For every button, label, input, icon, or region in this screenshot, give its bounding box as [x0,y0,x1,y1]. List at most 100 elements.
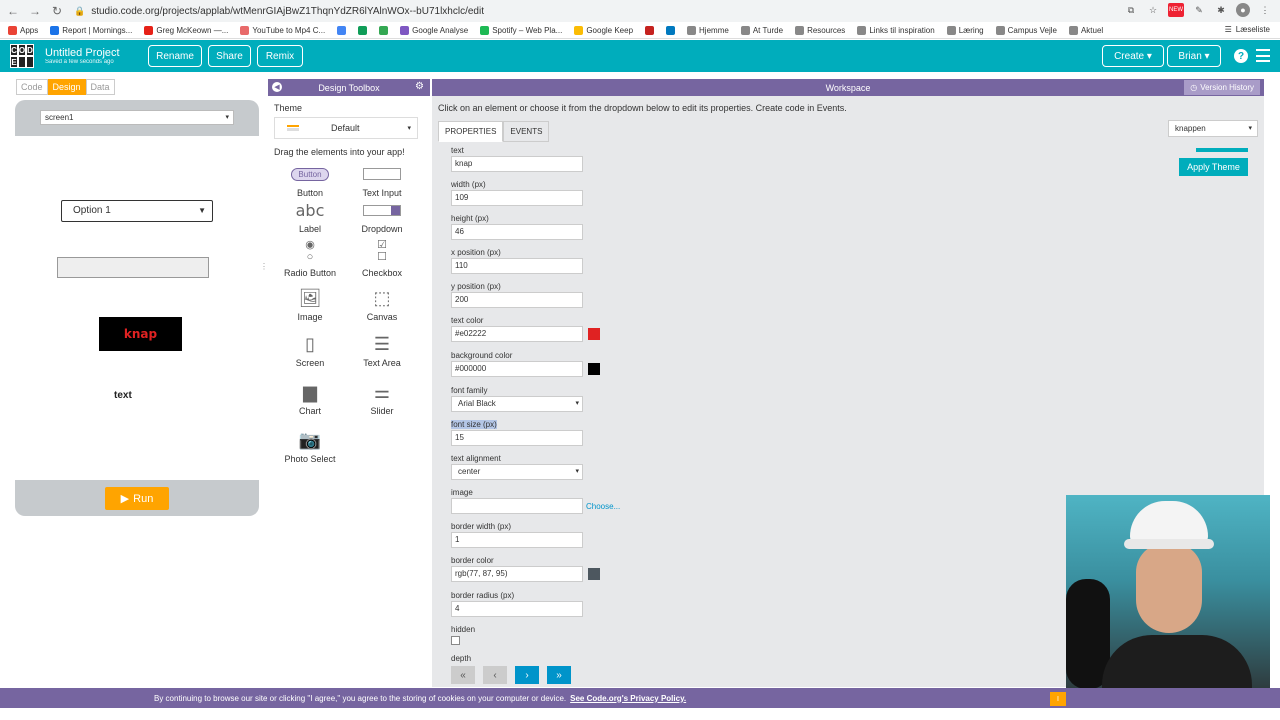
bookmark-item[interactable] [358,25,368,35]
widget-slider[interactable]: ⚌ Slider [352,381,412,417]
send-backward-button[interactable]: ‹ [483,666,507,684]
bookmark-item[interactable]: Links til inspiration [857,25,935,35]
new-badge-icon[interactable]: NEW [1168,3,1184,17]
extension-icon[interactable]: ✎ [1192,3,1206,17]
border-radius-prop-input[interactable]: 4 [451,601,583,617]
puzzle-icon[interactable]: ✱ [1214,3,1228,17]
theme-label: Theme [274,103,303,113]
theme-select[interactable]: Default ▾ [274,117,418,139]
bookmark-item[interactable]: Campus Vejle [995,25,1057,35]
more-icon[interactable]: ⋮ [1258,3,1272,17]
text-area-icon: ☰ [373,333,391,354]
address-bar[interactable]: 🔒 studio.code.org/projects/applab/wtMenr… [74,6,484,17]
widget-button[interactable]: Button Button [280,163,340,198]
height-prop-input[interactable]: 46 [451,224,583,240]
bookmark-item[interactable] [645,25,655,35]
bookmark-item[interactable]: Report | Mornings... [50,25,132,35]
screen-select[interactable]: screen1 ▾ [40,110,234,125]
version-history-button[interactable]: ◷ Version History [1184,80,1260,95]
bookmark-item[interactable]: Google Analyse [400,25,468,35]
widget-text-input[interactable]: Text Input [352,163,412,198]
create-button[interactable]: Create ▾ [1102,45,1164,67]
gear-icon[interactable]: ⚙ [415,81,424,92]
y-position-prop-input[interactable]: 200 [451,292,583,308]
text-color-swatch[interactable] [588,328,600,340]
reading-list[interactable]: ☰ Læseliste [1225,25,1270,34]
widget-text-area[interactable]: ☰ Text Area [352,333,412,369]
app-dropdown[interactable]: Option 1 ▼ [61,200,213,222]
user-menu-button[interactable]: Brian ▾ [1167,45,1221,67]
bookmark-item[interactable]: At Turde [740,25,783,35]
help-icon[interactable]: ? [1234,49,1248,63]
mode-design[interactable]: Design [47,79,86,95]
widget-screen[interactable]: ▯ Screen [280,333,340,369]
width-prop-input[interactable]: 109 [451,190,583,206]
project-name[interactable]: Untitled Project [45,47,120,59]
bookmark-item[interactable]: Greg McKeown —... [144,25,228,35]
app-label[interactable]: text [114,390,132,401]
border-width-prop-input[interactable]: 1 [451,532,583,548]
widget-photo-select[interactable]: 📷 Photo Select [280,429,340,465]
send-to-back-button[interactable]: « [451,666,475,684]
text-prop-input[interactable]: knap [451,156,583,172]
reload-icon[interactable]: ↻ [48,2,66,20]
bookmark-item[interactable]: Spotify – Web Pla... [480,25,562,35]
bookmark-item[interactable]: Hjemme [687,25,729,35]
widget-radio-button[interactable]: ◉ ○ Radio Button [280,237,340,278]
app-text-input[interactable] [57,257,209,278]
star-icon[interactable]: ☆ [1146,3,1160,17]
widget-label-element[interactable]: abc Label [280,199,340,235]
forward-icon[interactable]: → [26,2,44,20]
bookmark-item[interactable]: Læring [946,25,984,35]
background-color-prop-input[interactable]: #000000 [451,361,583,377]
tab-events[interactable]: EVENTS [503,121,550,142]
i-agree-button[interactable]: I [1050,692,1066,706]
widget-image[interactable]: 🖼 Image [280,287,340,323]
back-icon[interactable]: ← [4,2,22,20]
widget-checkbox[interactable]: ☑ ☐ Checkbox [352,237,412,278]
widget-canvas[interactable]: ⬚ Canvas [352,287,412,323]
bookmark-item[interactable]: Google Keep [574,25,633,35]
remix-button[interactable]: Remix [257,45,303,67]
codeorg-header: CODE Untitled Project Saved a few second… [0,40,1280,72]
widget-chart[interactable]: ▆ Chart [280,381,340,417]
font-size-prop-input[interactable]: 15 [451,430,583,446]
bookmark-item[interactable]: YouTube to Mp4 C... [240,25,325,35]
bring-forward-button[interactable]: › [515,666,539,684]
x-position-prop-input[interactable]: 110 [451,258,583,274]
bookmark-item[interactable]: Apps [8,25,38,35]
border-color-prop-input[interactable]: rgb(77, 87, 95) [451,566,583,582]
codeorg-logo[interactable]: CODE [10,44,34,68]
image-prop-input[interactable] [451,498,583,514]
element-select[interactable]: knappen ▾ [1168,120,1258,137]
presenter-face [1136,543,1202,633]
app-button-knap[interactable]: knap [99,317,182,351]
collapse-arrow-icon[interactable]: ◀ [272,82,282,92]
profile-avatar[interactable]: ● [1236,3,1250,17]
mode-data[interactable]: Data [85,79,115,95]
translate-icon[interactable]: ⧉ [1124,3,1138,17]
choose-image-link[interactable]: Choose... [586,502,620,511]
text-color-prop-input[interactable]: #e02222 [451,326,583,342]
font-family-select[interactable]: Arial Black ▾ [451,396,583,412]
hamburger-menu-icon[interactable] [1256,49,1270,62]
privacy-policy-link[interactable]: See Code.org's Privacy Policy. [570,694,686,703]
mode-code[interactable]: Code [16,79,48,95]
apply-theme-button[interactable]: Apply Theme [1179,158,1248,176]
bookmark-item[interactable] [337,25,347,35]
tab-properties[interactable]: PROPERTIES [438,121,504,142]
share-button[interactable]: Share [208,45,251,67]
bring-to-front-button[interactable]: » [547,666,571,684]
border-color-swatch[interactable] [588,568,600,580]
bookmark-item[interactable] [666,25,676,35]
widget-dropdown[interactable]: Dropdown [352,199,412,234]
run-button[interactable]: ▶ Run [105,487,169,510]
text-alignment-select[interactable]: center ▾ [451,464,583,480]
bookmark-item[interactable]: Resources [795,25,845,35]
hidden-checkbox[interactable] [451,636,460,645]
bookmark-item[interactable]: Aktuel [1068,25,1103,35]
rename-button[interactable]: Rename [148,45,202,67]
resize-handle[interactable]: ⋮ [260,262,268,271]
bookmark-item[interactable] [379,25,389,35]
background-color-swatch[interactable] [588,363,600,375]
